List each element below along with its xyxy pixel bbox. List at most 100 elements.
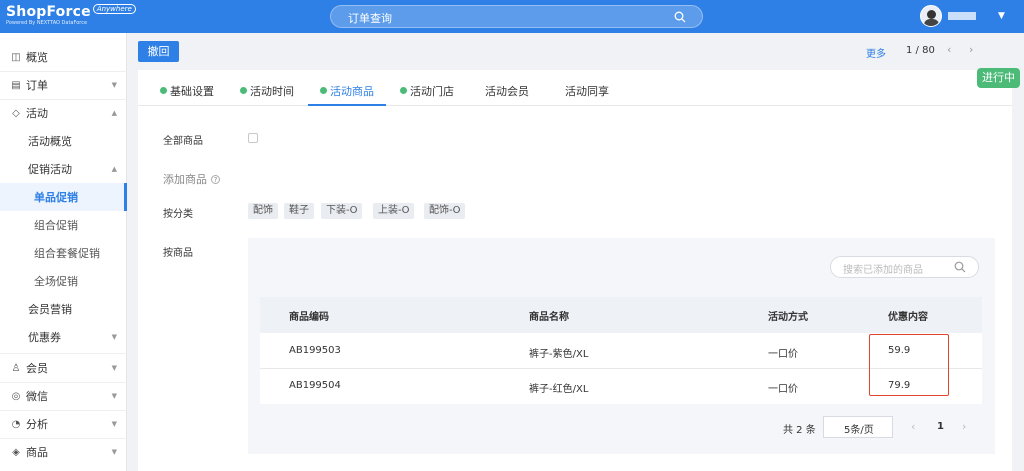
tab-label: 活动商品 xyxy=(330,85,374,98)
sidebar-item-combo-promo[interactable]: 组合促销 xyxy=(0,211,127,239)
tab-label: 基础设置 xyxy=(170,85,214,98)
check-circle-icon xyxy=(240,87,247,94)
wechat-icon: ◎ xyxy=(11,390,21,402)
sidebar-item-label: 组合促销 xyxy=(34,219,78,232)
category-chip[interactable]: 配饰-O xyxy=(424,203,466,219)
sidebar-item-products[interactable]: ◈ 商品 ▼ xyxy=(0,438,127,466)
table-header: 商品编码 商品名称 活动方式 优惠内容 xyxy=(260,297,982,333)
sidebar-item-label: 优惠券 xyxy=(28,331,61,344)
sidebar-item-label: 分析 xyxy=(26,418,48,431)
by-product-label: 按商品 xyxy=(163,248,193,259)
chevron-left-icon[interactable]: ‹ xyxy=(947,43,951,56)
brand-name: ShopForce xyxy=(6,4,91,20)
active-tab-indicator xyxy=(308,104,386,106)
more-link[interactable]: 更多 xyxy=(866,45,886,60)
order-search-placeholder: 订单查询 xyxy=(348,12,392,25)
chevron-up-icon: ▲ xyxy=(111,165,117,173)
help-icon[interactable]: ? xyxy=(211,175,220,184)
sidebar-item-wechat[interactable]: ◎ 微信 ▼ xyxy=(0,382,127,410)
cell-code: AB199503 xyxy=(289,345,341,356)
sidebar-item-label: 商品 xyxy=(26,446,48,459)
sidebar-item-single-promo[interactable]: 单品促销 xyxy=(0,183,127,211)
column-header: 商品名称 xyxy=(529,312,569,323)
tab-activity-sharing[interactable]: 活动同享 xyxy=(565,83,609,99)
product-search-input[interactable]: 搜索已添加的商品 xyxy=(830,256,979,278)
chevron-down-icon[interactable]: ▼ xyxy=(998,11,1005,21)
sidebar-item-orders[interactable]: ▤ 订单 ▼ xyxy=(0,71,127,99)
all-products-checkbox[interactable] xyxy=(248,133,258,143)
discount-highlight-box xyxy=(869,334,949,396)
category-chip[interactable]: 配饰 xyxy=(248,203,278,219)
sidebar-item-promotions[interactable]: 促销活动 ▲ xyxy=(0,155,127,183)
tab-label: 活动门店 xyxy=(410,85,454,98)
sidebar-item-activities[interactable]: ◇ 活动 ▲ xyxy=(0,99,127,127)
document-icon: ▤ xyxy=(11,79,21,91)
category-chip[interactable]: 上装-O xyxy=(373,203,415,219)
sidebar-item-bundle-promo[interactable]: 组合套餐促销 xyxy=(0,239,127,267)
cell-name: 裤子-紫色/XL xyxy=(529,349,589,360)
current-page-number[interactable]: 1 xyxy=(937,421,944,432)
add-products-title-text: 添加商品 xyxy=(163,173,207,186)
dashboard-icon: ◫ xyxy=(11,51,21,63)
chevron-down-icon: ▼ xyxy=(111,333,117,341)
search-icon[interactable] xyxy=(954,261,966,276)
category-chip[interactable]: 下装-O xyxy=(321,203,363,219)
chevron-down-icon: ▼ xyxy=(111,81,117,89)
page-size-select[interactable]: 5条/页 xyxy=(823,416,893,438)
avatar[interactable] xyxy=(920,5,942,27)
sidebar-item-label: 全场促销 xyxy=(34,275,78,288)
sidebar-item-label: 组合套餐促销 xyxy=(34,247,100,260)
category-chip[interactable]: 鞋子 xyxy=(284,203,314,219)
tab-bar: 基础设置 活动时间 活动商品 活动门店 活动会员 活动同享 xyxy=(138,78,1012,106)
sidebar-item-activity-overview[interactable]: 活动概览 xyxy=(0,127,127,155)
sidebar-item-label: 促销活动 xyxy=(28,163,72,176)
column-header: 商品编码 xyxy=(289,312,329,323)
tag-icon: ◇ xyxy=(12,107,20,119)
sidebar-item-label: 单品促销 xyxy=(34,191,78,204)
sidebar-item-coupons[interactable]: 优惠券 ▼ xyxy=(0,323,127,351)
sidebar-item-members[interactable]: ♙ 会员 ▼ xyxy=(0,354,127,382)
order-search-input[interactable]: 订单查询 xyxy=(330,5,703,28)
chevron-down-icon: ▼ xyxy=(111,448,117,456)
back-button[interactable]: 撤回 xyxy=(138,41,179,62)
check-circle-icon xyxy=(400,87,407,94)
column-header: 优惠内容 xyxy=(888,312,928,323)
column-header: 活动方式 xyxy=(768,312,808,323)
chevron-right-icon[interactable]: › xyxy=(969,43,973,56)
user-icon: ♙ xyxy=(11,362,21,374)
add-products-title: 添加商品? xyxy=(163,171,220,187)
brand-badge: Anywhere xyxy=(92,4,136,14)
all-products-label: 全部商品 xyxy=(163,136,203,147)
sidebar-item-storewide-promo[interactable]: 全场促销 xyxy=(0,267,127,295)
total-count: 共 2 条 xyxy=(783,425,816,436)
sidebar-item-label: 会员营销 xyxy=(28,303,72,316)
box-icon: ◈ xyxy=(12,446,20,458)
check-circle-icon xyxy=(160,87,167,94)
sidebar-item-overview[interactable]: ◫ 概览 xyxy=(0,43,127,71)
search-icon[interactable] xyxy=(674,11,686,26)
cell-name: 裤子-红色/XL xyxy=(529,384,589,395)
sidebar-item-label: 活动概览 xyxy=(28,135,72,148)
pie-chart-icon: ◔ xyxy=(11,418,21,430)
sidebar-item-label: 会员 xyxy=(26,362,48,375)
tab-activity-stores[interactable]: 活动门店 xyxy=(400,83,454,99)
top-bar: ShopForce Anywhere Powered By NEXTTAO Dat… xyxy=(0,0,1024,33)
chevron-down-icon: ▼ xyxy=(111,364,117,372)
tab-basic-settings[interactable]: 基础设置 xyxy=(160,83,214,99)
by-category-label: 按分类 xyxy=(163,209,193,220)
user-menu[interactable]: ▼ xyxy=(920,5,1005,27)
chevron-left-icon[interactable]: ‹ xyxy=(911,420,915,433)
sidebar-item-label: 活动 xyxy=(26,107,48,120)
tab-label: 活动时间 xyxy=(250,85,294,98)
chevron-right-icon[interactable]: › xyxy=(962,420,966,433)
brand-subtitle: Powered By NEXTTAO DataForce xyxy=(6,20,88,26)
check-circle-icon xyxy=(320,87,327,94)
cell-code: AB199504 xyxy=(289,380,341,391)
app-logo[interactable]: ShopForce Anywhere Powered By NEXTTAO Dat… xyxy=(6,4,136,26)
tab-activity-time[interactable]: 活动时间 xyxy=(240,83,294,99)
sidebar-item-analytics[interactable]: ◔ 分析 ▼ xyxy=(0,410,127,438)
tab-activity-products[interactable]: 活动商品 xyxy=(320,83,374,99)
sidebar-item-member-marketing[interactable]: 会员营销 xyxy=(0,295,127,323)
tab-activity-members[interactable]: 活动会员 xyxy=(485,83,529,99)
product-search-placeholder: 搜索已添加的商品 xyxy=(843,265,923,276)
